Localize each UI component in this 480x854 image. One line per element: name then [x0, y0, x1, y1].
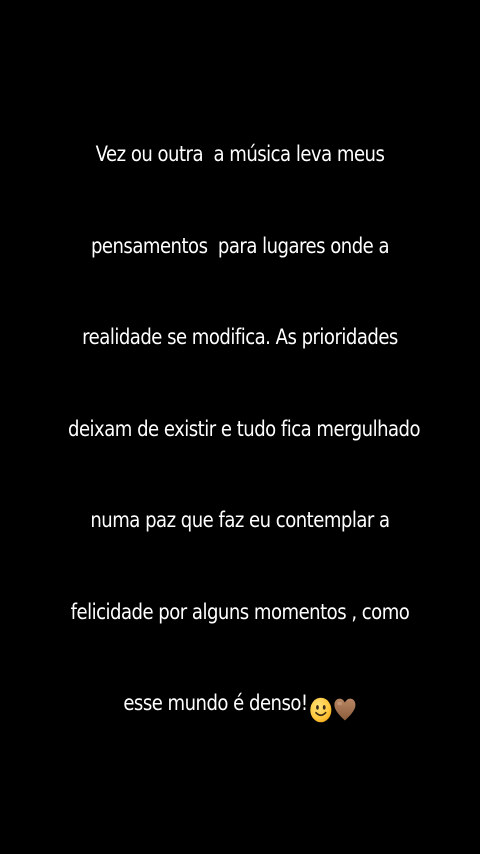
story-text: Vez ou outra a música leva meus pensamen… [68, 78, 421, 786]
story-text-line: pensamentos para lugares onde a [90, 233, 390, 258]
brown-heart-icon [334, 698, 356, 721]
emoji-group [308, 694, 356, 725]
smiling-face-icon [309, 697, 332, 723]
story-canvas: Vez ou outra a música leva meus pensamen… [0, 0, 480, 854]
story-text-line: deixam de existir e tudo fica mergulhado [68, 416, 421, 441]
story-text-last-line: esse mundo é denso! [68, 688, 412, 725]
story-text-line: realidade se modifica. As prioridades [82, 325, 398, 349]
story-text-line: felicidade por alguns momentos , como [70, 599, 410, 624]
story-text-line: numa paz que faz eu contemplar a [90, 508, 390, 532]
story-text-line: esse mundo é denso! [123, 691, 308, 715]
story-text-line: Vez ou outra a música leva meus [95, 142, 385, 166]
